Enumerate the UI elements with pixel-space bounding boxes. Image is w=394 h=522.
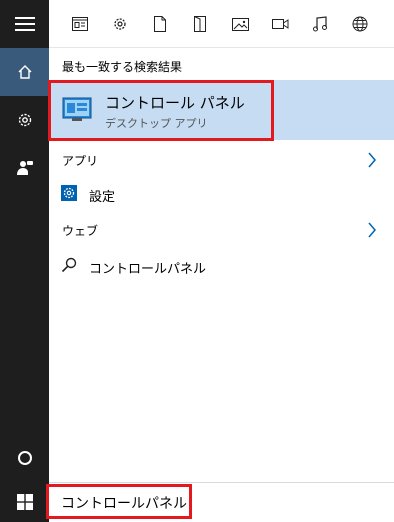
result-web-search[interactable]: コントロールパネル [49,253,349,279]
apps-header[interactable]: アプリ [62,152,98,169]
settings-icon [114,18,126,30]
menu-button[interactable] [0,0,49,48]
result-web-search-label: コントロールパネル [89,262,207,277]
settings-app-icon [61,185,77,201]
home-icon [18,65,31,79]
best-match-header: 最も一致する検索結果 [62,60,183,74]
home-button[interactable] [0,48,49,96]
search-icon [61,257,77,273]
folders-icon [194,16,206,32]
globe-icon [352,16,368,32]
document-icon [154,16,166,32]
documents-filter-button[interactable] [149,13,171,35]
video-icon [271,19,288,29]
feedback-button[interactable] [0,144,49,192]
music-filter-button[interactable] [309,13,331,35]
photos-filter-button[interactable] [229,13,251,35]
videos-filter-button[interactable] [269,13,291,35]
folders-filter-button[interactable] [189,13,211,35]
windows-logo-icon [16,494,33,510]
best-match-red-highlight [48,80,274,141]
apps-filter-button[interactable] [69,13,91,35]
apps-icon [72,17,88,31]
settings-filter-button[interactable] [109,13,131,35]
settings-rail-button[interactable] [0,96,49,144]
start-left-rail [0,0,49,482]
web-filter-button[interactable] [349,13,371,35]
hamburger-icon [14,17,35,31]
feedback-icon [16,161,33,175]
web-chevron-right-icon[interactable] [367,222,377,238]
web-header[interactable]: ウェブ [62,222,98,239]
result-settings-app[interactable]: 設定 [49,181,349,207]
search-filter-toolbar [49,0,394,48]
search-red-highlight [46,484,192,519]
gear-icon [18,113,31,127]
start-button[interactable] [0,482,49,522]
music-icon [313,16,327,32]
cortana-button[interactable] [0,434,49,482]
cortana-circle-icon [17,451,32,465]
result-settings-label: 設定 [89,190,116,205]
photos-icon [231,17,249,31]
apps-chevron-right-icon[interactable] [367,152,377,168]
